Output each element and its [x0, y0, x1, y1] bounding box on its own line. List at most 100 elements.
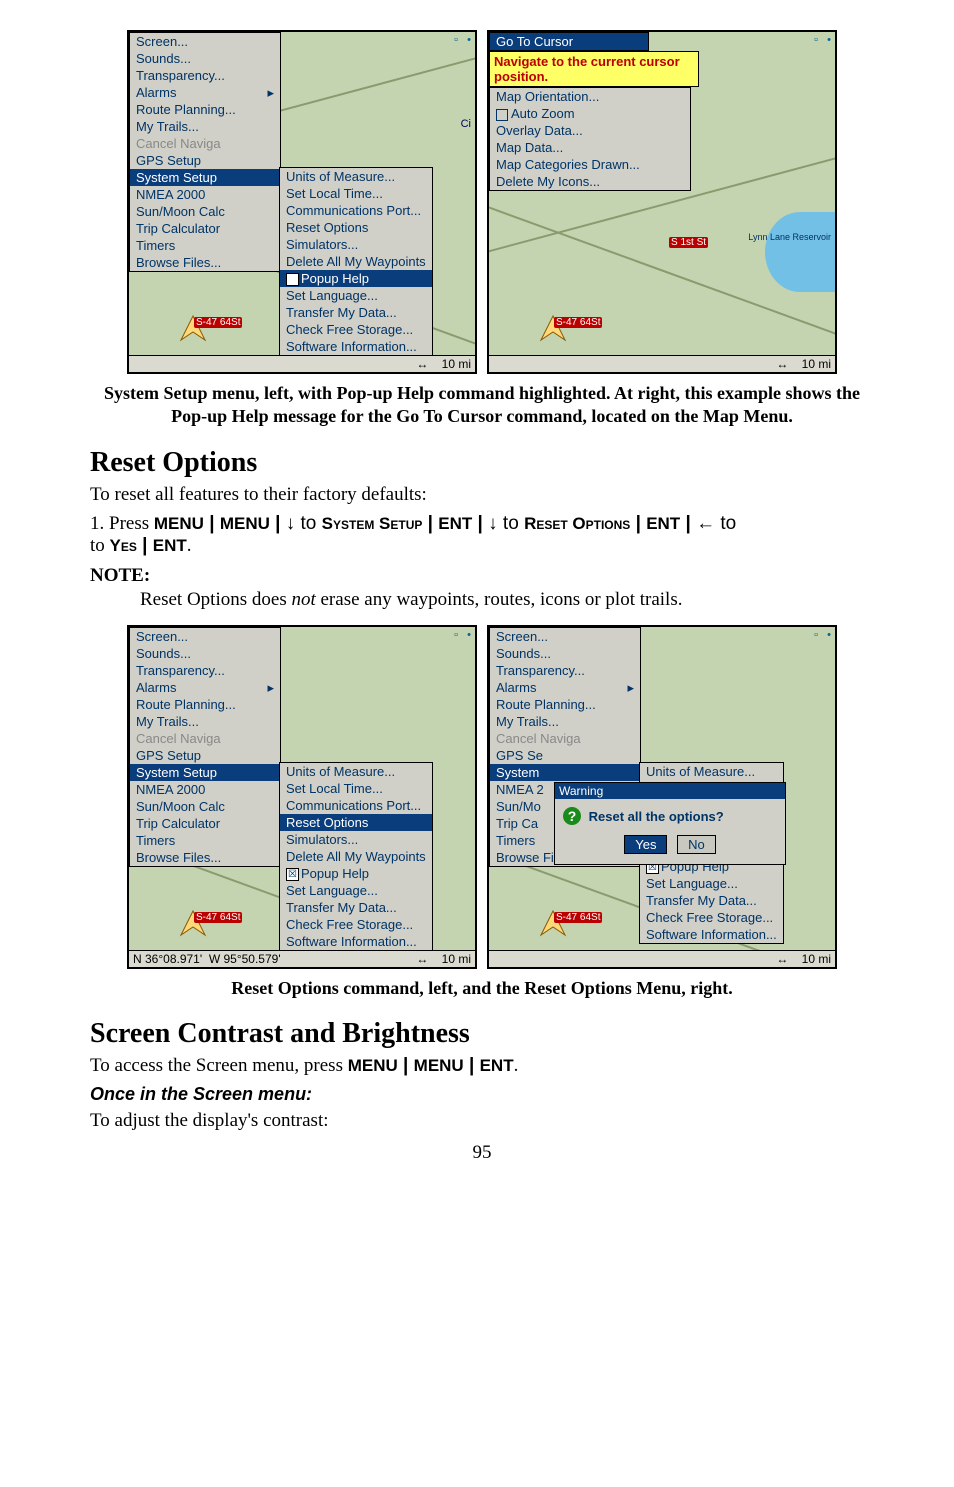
system-setup-submenu[interactable]: Units of Measure... Set Local Time... Co…	[279, 167, 433, 356]
menu-my-trails[interactable]: My Trails...	[130, 713, 280, 730]
sub-delete-waypoints[interactable]: Delete All My Waypoints	[280, 253, 432, 270]
menu-gps-setup[interactable]: GPS Setup	[130, 747, 280, 764]
sub-check-storage[interactable]: Check Free Storage...	[640, 909, 783, 926]
menu-nmea-2000[interactable]: NMEA 2000	[130, 781, 280, 798]
note-body: Reset Options does not erase any waypoin…	[140, 589, 874, 611]
sub-units[interactable]: Units of Measure...	[640, 763, 783, 780]
menu-my-trails[interactable]: My Trails...	[130, 118, 280, 135]
menu-system-cut[interactable]: System	[490, 764, 640, 781]
sub-set-language[interactable]: Set Language...	[280, 287, 432, 304]
map-menu[interactable]: Map Orientation... Auto Zoom Overlay Dat…	[489, 87, 691, 191]
sub-comm-port[interactable]: Communications Port...	[280, 202, 432, 219]
menu-nmea-2000[interactable]: NMEA 2000	[130, 186, 280, 203]
menu-route-planning[interactable]: Route Planning...	[490, 696, 640, 713]
ci-label: Ci	[461, 118, 471, 130]
menu-screen[interactable]: Screen...	[490, 628, 640, 645]
menu-sun-moon[interactable]: Sun/Moon Calc	[130, 203, 280, 220]
screenshot-go-to-cursor-help: Lynn Lane Reservoir S 1st St S-47 64St ▫…	[487, 30, 837, 374]
status-dist: 10 mi	[802, 952, 831, 966]
map-orientation[interactable]: Map Orientation...	[490, 88, 690, 105]
sub-local-time[interactable]: Set Local Time...	[280, 185, 432, 202]
menu-trip-calc[interactable]: Trip Calculator	[130, 815, 280, 832]
top-screenshot-row: S-47 64St ▫ • Ci Screen... Sounds... Tra…	[90, 30, 874, 374]
menu-sounds[interactable]: Sounds...	[130, 50, 280, 67]
sub-units[interactable]: Units of Measure...	[280, 763, 432, 780]
sub-software-info[interactable]: Software Information...	[640, 926, 783, 943]
highway-badge: S 1st St	[669, 237, 708, 248]
status-bar: ↔ 10 mi	[129, 355, 475, 372]
sub-reset-options[interactable]: Reset Options	[280, 219, 432, 236]
menu-sun-moon[interactable]: Sun/Moon Calc	[130, 798, 280, 815]
key-ent-a: ENT	[480, 1056, 514, 1075]
sub-set-language[interactable]: Set Language...	[640, 875, 783, 892]
sub-popup-help[interactable]: ☒Popup Help	[280, 270, 432, 287]
menu-browse-files[interactable]: Browse Files...	[130, 849, 280, 866]
menu-transparency[interactable]: Transparency...	[130, 67, 280, 84]
sub-simulators[interactable]: Simulators...	[280, 831, 432, 848]
note-heading: NOTE:	[90, 565, 874, 587]
menu-transparency[interactable]: Transparency...	[490, 662, 640, 679]
sub-software-info[interactable]: Software Information...	[280, 933, 432, 950]
menu-system-setup[interactable]: System Setup	[130, 764, 280, 781]
key-menu-2: MENU	[220, 514, 270, 533]
sub-software-info[interactable]: Software Information...	[280, 338, 432, 355]
status-dist: 10 mi	[442, 952, 471, 966]
key-menu-b: MENU	[414, 1056, 464, 1075]
menu-timers[interactable]: Timers	[130, 832, 280, 849]
status-arrow-icon: ↔	[776, 952, 788, 966]
main-menu[interactable]: Screen... Sounds... Transparency... Alar…	[129, 32, 281, 272]
step-1: 1. Press MENU | MENU | ↓ to System Setup…	[90, 513, 874, 557]
menu-cancel-nav: Cancel Naviga	[490, 730, 640, 747]
highway-badge-2: S-47 64St	[554, 317, 602, 328]
menu-alarms[interactable]: Alarms	[130, 84, 280, 101]
sub-simulators[interactable]: Simulators...	[280, 236, 432, 253]
auto-zoom[interactable]: Auto Zoom	[490, 105, 690, 122]
delete-my-icons[interactable]: Delete My Icons...	[490, 173, 690, 190]
go-to-cursor-title[interactable]: Go To Cursor	[489, 32, 649, 51]
menu-transparency[interactable]: Transparency...	[130, 662, 280, 679]
menu-screen[interactable]: Screen...	[130, 628, 280, 645]
menu-system-setup[interactable]: System Setup	[130, 169, 280, 186]
menu-browse-files[interactable]: Browse Files...	[130, 254, 280, 271]
menu-gps-setup[interactable]: GPS Setup	[130, 152, 280, 169]
sub-transfer-data[interactable]: Transfer My Data...	[280, 304, 432, 321]
menu-route-planning[interactable]: Route Planning...	[130, 101, 280, 118]
menu-screen[interactable]: Screen...	[130, 33, 280, 50]
screenshot-reset-options-dialog: S-47 64St ▫ • Screen... Sounds... Transp…	[487, 625, 837, 969]
sub-set-language[interactable]: Set Language...	[280, 882, 432, 899]
status-arrow-icon: ↔	[416, 952, 428, 966]
yes-button[interactable]: Yes	[624, 835, 667, 854]
sub-comm-port[interactable]: Communications Port...	[280, 797, 432, 814]
no-button[interactable]: No	[677, 835, 716, 854]
sub-transfer-data[interactable]: Transfer My Data...	[280, 899, 432, 916]
menu-sounds[interactable]: Sounds...	[490, 645, 640, 662]
highway-badge: S-47 64St	[554, 912, 602, 923]
menu-route-planning[interactable]: Route Planning...	[130, 696, 280, 713]
sub-reset-options[interactable]: Reset Options	[280, 814, 432, 831]
note-pre: Reset Options does	[140, 589, 291, 610]
sub-units[interactable]: Units of Measure...	[280, 168, 432, 185]
sub-local-time[interactable]: Set Local Time...	[280, 780, 432, 797]
system-setup-submenu[interactable]: Units of Measure... Set Local Time... Co…	[279, 762, 433, 951]
menu-trip-calc[interactable]: Trip Calculator	[130, 220, 280, 237]
page-number: 95	[90, 1142, 874, 1164]
menu-my-trails[interactable]: My Trails...	[490, 713, 640, 730]
menu-timers[interactable]: Timers	[130, 237, 280, 254]
overlay-data[interactable]: Overlay Data...	[490, 122, 690, 139]
main-menu[interactable]: Screen... Sounds... Transparency... Alar…	[129, 627, 281, 867]
key-reset-options: Reset Options	[524, 514, 630, 533]
menu-alarms[interactable]: Alarms	[490, 679, 640, 696]
menu-sounds[interactable]: Sounds...	[130, 645, 280, 662]
screenshot-reset-options-command: S-47 64St ▫ • Screen... Sounds... Transp…	[127, 625, 477, 969]
sub-transfer-data[interactable]: Transfer My Data...	[640, 892, 783, 909]
dialog-text: Reset all the options?	[589, 809, 724, 824]
sub-popup-help[interactable]: ☒Popup Help	[280, 865, 432, 882]
sub-check-storage[interactable]: Check Free Storage...	[280, 321, 432, 338]
map-data[interactable]: Map Data...	[490, 139, 690, 156]
sub-delete-waypoints[interactable]: Delete All My Waypoints	[280, 848, 432, 865]
sub-check-storage[interactable]: Check Free Storage...	[280, 916, 432, 933]
menu-alarms[interactable]: Alarms	[130, 679, 280, 696]
top-icons: ▫ •	[454, 34, 471, 46]
map-categories[interactable]: Map Categories Drawn...	[490, 156, 690, 173]
menu-gps-setup-cut[interactable]: GPS Se	[490, 747, 640, 764]
